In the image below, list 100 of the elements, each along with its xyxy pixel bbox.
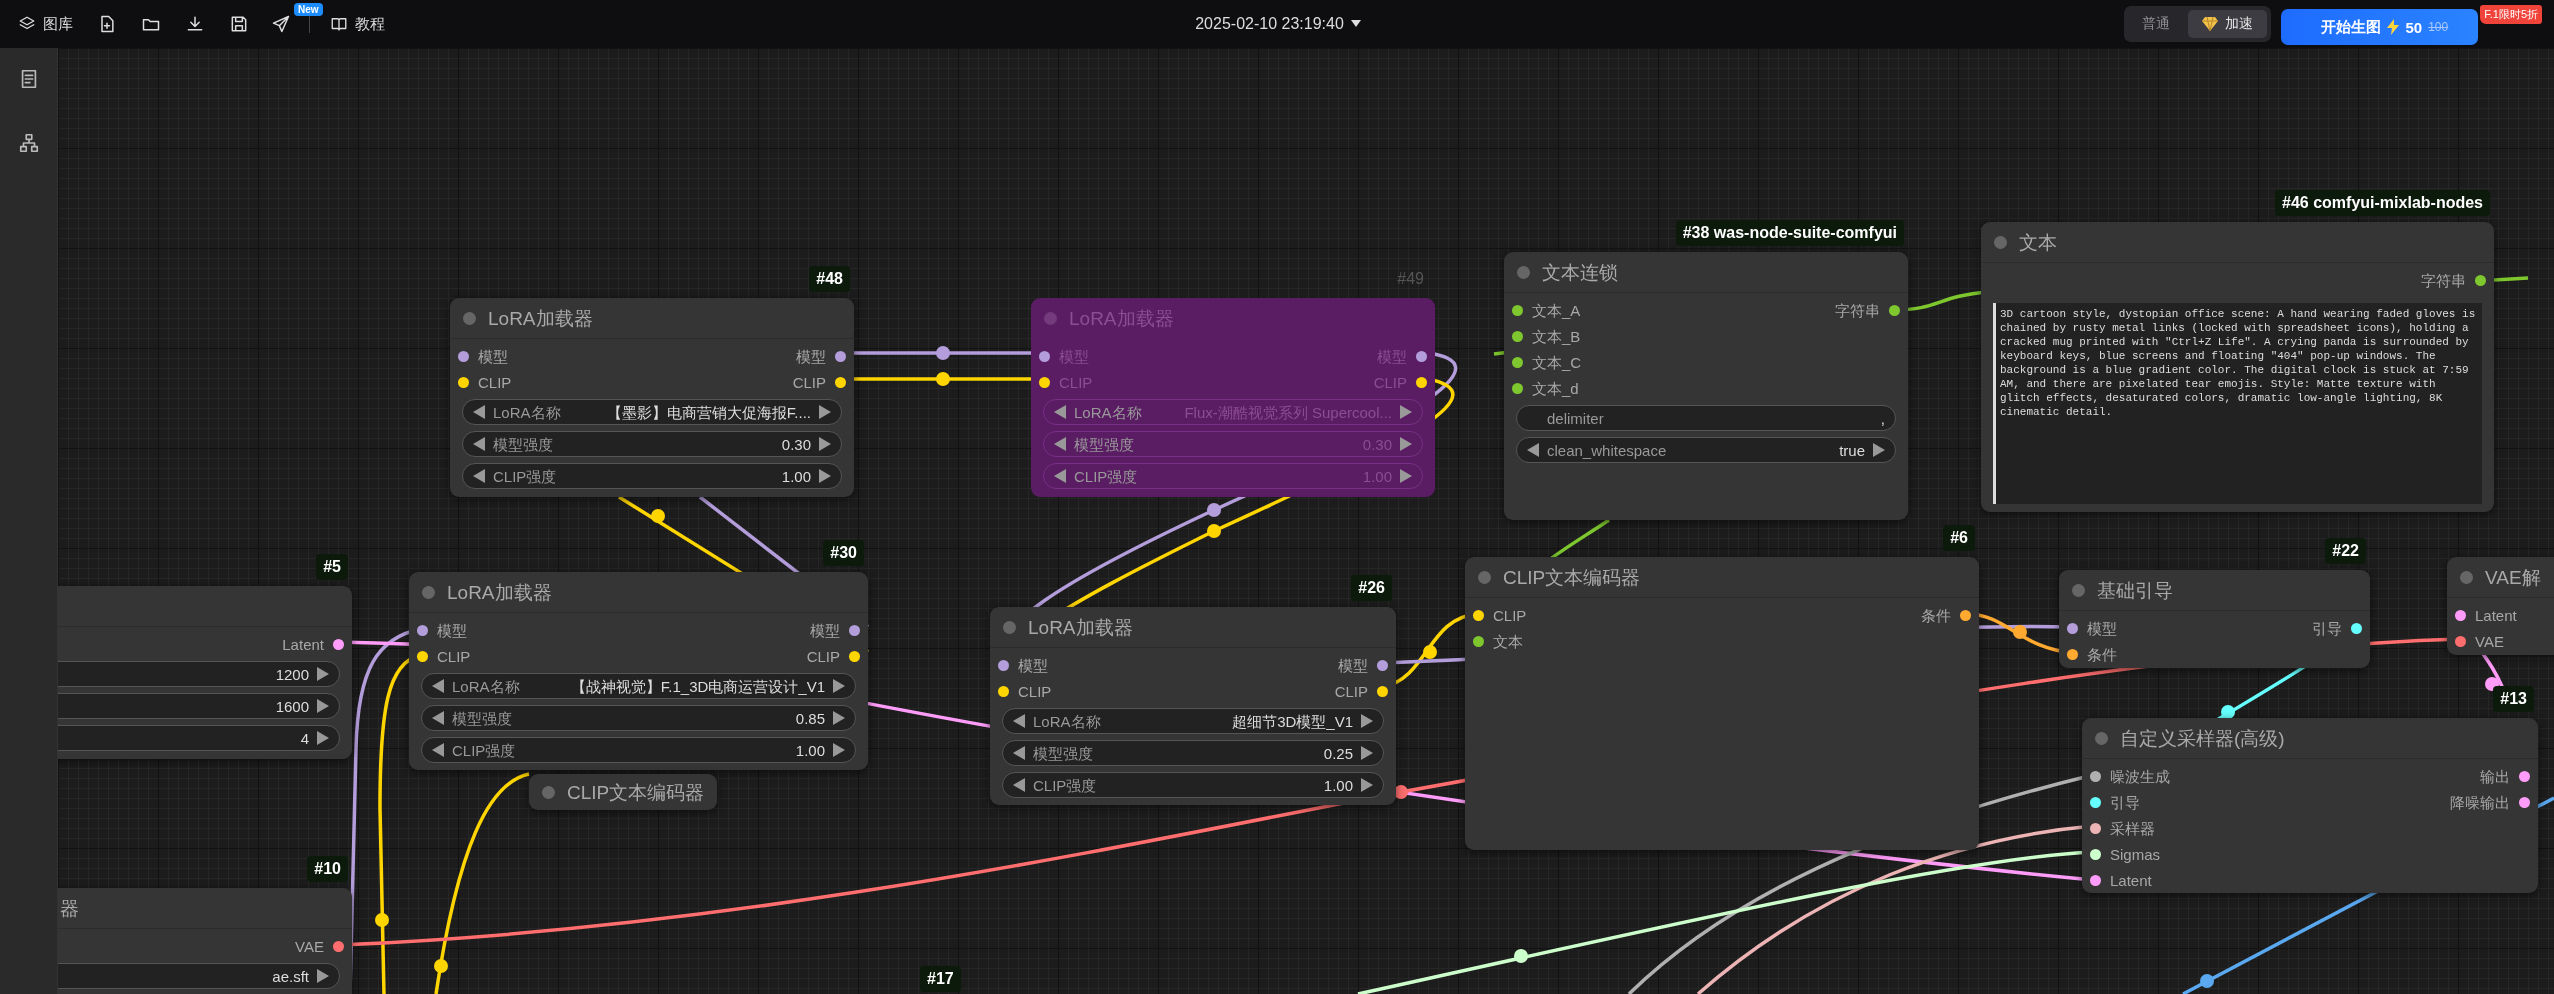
output-socket[interactable] bbox=[849, 624, 860, 636]
output-label: 字符串 bbox=[1835, 302, 1880, 318]
input-socket[interactable] bbox=[1512, 304, 1523, 316]
right-arrow-icon bbox=[1873, 443, 1885, 457]
input-socket[interactable] bbox=[2067, 622, 2078, 634]
sitemap-icon[interactable] bbox=[17, 132, 40, 154]
output-socket[interactable] bbox=[1889, 304, 1900, 316]
mode-tab[interactable]: 加速 bbox=[2188, 10, 2268, 38]
input-label: CLIP bbox=[437, 648, 471, 664]
output-socket[interactable] bbox=[1960, 609, 1971, 621]
input-socket[interactable] bbox=[1473, 635, 1484, 647]
combo-widget[interactable]: LoRA名称 【战神视觉】F.1_3D电商运营设计_V1 bbox=[421, 673, 856, 699]
reroute-dot[interactable] bbox=[2485, 677, 2499, 691]
output-label: 字符串 bbox=[2421, 272, 2466, 288]
input-socket[interactable] bbox=[1512, 356, 1523, 368]
status-dot bbox=[542, 785, 555, 799]
combo-widget[interactable]: 模型强度 0.25 bbox=[1002, 740, 1384, 766]
input-socket[interactable] bbox=[2090, 770, 2101, 782]
number-widget[interactable]: 1200 bbox=[58, 661, 340, 687]
input-socket[interactable] bbox=[417, 650, 428, 662]
output-label: VAE bbox=[295, 938, 324, 954]
input-socket[interactable] bbox=[458, 350, 469, 362]
reroute-dot[interactable] bbox=[651, 509, 665, 523]
reroute-dot[interactable] bbox=[1207, 524, 1221, 538]
right-arrow-icon bbox=[1361, 746, 1373, 760]
reroute-dot[interactable] bbox=[936, 372, 950, 386]
status-dot bbox=[463, 311, 476, 325]
status-dot bbox=[422, 585, 435, 599]
output-socket[interactable] bbox=[849, 650, 860, 662]
input-socket[interactable] bbox=[458, 376, 469, 388]
input-socket[interactable] bbox=[1512, 382, 1523, 394]
node-id-badge: #26 bbox=[1351, 575, 1392, 601]
reroute-dot[interactable] bbox=[2200, 974, 2214, 988]
caret-icon bbox=[1350, 20, 1361, 28]
output-socket[interactable] bbox=[1416, 376, 1427, 388]
output-socket[interactable] bbox=[835, 376, 846, 388]
input-label: 模型 bbox=[1018, 657, 1048, 673]
prompt-textarea[interactable]: 3D cartoon style, dystopian office scene: A hand wearing faded gloves is chained by rusty metal links (locked with spreadsheet icons), holding a cracked mug printed with "Ctrl+Z Life". A crying panda is surrounded by keyboard keys, blue screens and floating "404" pop-up windows. The background is a blue gradient color. The digital clock is stuck at 7:59 AM, and there are pixelated tear emojis. Style: Matte texture with glitch effects, desaturated colors, dramatic low-angle lighting, 8K cinematic detail. bbox=[1993, 303, 2482, 504]
reroute-dot[interactable] bbox=[375, 913, 389, 927]
output-socket[interactable] bbox=[2475, 274, 2486, 286]
input-socket[interactable] bbox=[1512, 330, 1523, 342]
input-label: CLIP bbox=[1018, 683, 1052, 699]
datetime-dropdown[interactable]: 2025-02-10 23:19:40 bbox=[1191, 11, 1365, 37]
input-socket[interactable] bbox=[1039, 376, 1050, 388]
number-widget[interactable]: 4 bbox=[58, 725, 340, 751]
reroute-dot[interactable] bbox=[2013, 625, 2027, 639]
output-socket[interactable] bbox=[1377, 685, 1388, 697]
node-id-badge: #22 bbox=[2325, 538, 2366, 564]
reroute-dot[interactable] bbox=[936, 346, 950, 360]
output-socket[interactable] bbox=[333, 940, 344, 952]
input-label: CLIP bbox=[478, 374, 512, 390]
combo-widget[interactable]: LoRA名称 【墨影】电商营销大促海报F.... bbox=[462, 399, 842, 425]
input-socket[interactable] bbox=[998, 685, 1009, 697]
output-socket[interactable] bbox=[1377, 659, 1388, 671]
left-arrow-icon bbox=[1054, 469, 1066, 483]
reroute-dot[interactable] bbox=[1514, 949, 1528, 963]
gallery-button[interactable]: 图库 bbox=[14, 10, 77, 38]
input-socket[interactable] bbox=[2090, 848, 2101, 860]
status-dot bbox=[2460, 570, 2473, 584]
generate-button[interactable]: 开始生图 50 100 bbox=[2281, 9, 2479, 45]
output-socket[interactable] bbox=[333, 638, 344, 650]
output-socket[interactable] bbox=[835, 350, 846, 362]
number-widget[interactable]: ae.sft bbox=[58, 963, 340, 989]
input-socket[interactable] bbox=[1039, 350, 1050, 362]
reroute-dot[interactable] bbox=[1207, 503, 1221, 517]
input-socket[interactable] bbox=[1473, 609, 1484, 621]
combo-widget[interactable]: CLIP强度 1.00 bbox=[421, 737, 856, 763]
tutorial-button[interactable]: 教程 bbox=[326, 10, 389, 38]
input-socket[interactable] bbox=[2090, 796, 2101, 808]
input-socket[interactable] bbox=[2455, 635, 2466, 647]
output-label: CLIP bbox=[806, 648, 840, 664]
input-socket[interactable] bbox=[2090, 822, 2101, 834]
node-title: CLIP文本编码器 bbox=[1503, 567, 1641, 587]
combo-widget[interactable]: LoRA名称 超细节3D模型_V1 bbox=[1002, 708, 1384, 734]
reroute-dot[interactable] bbox=[1423, 645, 1437, 659]
reroute-dot[interactable] bbox=[1394, 785, 1408, 799]
input-socket[interactable] bbox=[2067, 648, 2078, 660]
text-widget[interactable]: delimiter , bbox=[1516, 405, 1896, 431]
number-widget[interactable]: 1600 bbox=[58, 693, 340, 719]
input-socket[interactable] bbox=[2090, 874, 2101, 886]
reroute-dot[interactable] bbox=[434, 959, 448, 973]
output-socket[interactable] bbox=[2519, 796, 2530, 808]
combo-widget[interactable]: 模型强度 0.30 bbox=[462, 431, 842, 457]
reroute-dot[interactable] bbox=[2221, 705, 2235, 719]
combo-widget[interactable]: 模型强度 0.85 bbox=[421, 705, 856, 731]
mode-tab[interactable]: 普通 bbox=[2128, 10, 2185, 38]
combo-widget[interactable]: CLIP强度 1.00 bbox=[462, 463, 842, 489]
right-arrow-icon bbox=[317, 731, 329, 745]
combo-widget[interactable]: clean_whitespace true bbox=[1516, 437, 1896, 463]
input-socket[interactable] bbox=[417, 624, 428, 636]
output-socket[interactable] bbox=[2351, 622, 2362, 634]
lightning-icon bbox=[2387, 19, 2400, 35]
output-label: 条件 bbox=[1921, 607, 1951, 623]
input-label: 采样器 bbox=[2110, 820, 2155, 836]
output-socket[interactable] bbox=[1416, 350, 1427, 362]
combo-widget[interactable]: CLIP强度 1.00 bbox=[1002, 772, 1384, 798]
input-socket[interactable] bbox=[2455, 609, 2466, 621]
input-socket[interactable] bbox=[998, 659, 1009, 671]
left-arrow-icon bbox=[1013, 714, 1025, 728]
output-socket[interactable] bbox=[2519, 770, 2530, 782]
